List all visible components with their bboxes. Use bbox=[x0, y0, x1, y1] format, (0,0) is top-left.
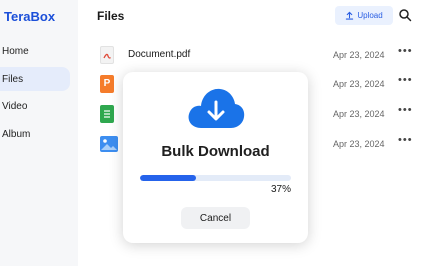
sidebar-item-files[interactable]: Files bbox=[0, 67, 70, 91]
progress-bar bbox=[140, 175, 291, 181]
file-name: Document.pdf bbox=[128, 49, 191, 60]
progress-bar-fill bbox=[140, 175, 196, 181]
file-date: Apr 23, 2024 bbox=[333, 50, 385, 60]
sidebar-item-label: Files bbox=[2, 73, 24, 85]
bulk-download-dialog: Bulk Download 37% Cancel bbox=[123, 72, 308, 243]
file-date: Apr 23, 2024 bbox=[333, 109, 385, 119]
sidebar: TeraBox Home Files Video Album bbox=[0, 0, 78, 266]
more-icon[interactable]: ••• bbox=[398, 134, 413, 146]
pdf-icon bbox=[100, 46, 114, 64]
sidebar-item-label: Video bbox=[2, 100, 28, 112]
image-icon bbox=[100, 136, 118, 152]
progress-percent: 37% bbox=[270, 184, 291, 195]
more-icon[interactable]: ••• bbox=[398, 104, 413, 116]
sidebar-item-video[interactable]: Video bbox=[0, 94, 70, 118]
upload-icon bbox=[346, 11, 354, 20]
upload-button[interactable]: Upload bbox=[335, 6, 393, 25]
sidebar-item-label: Home bbox=[2, 45, 29, 57]
upload-label: Upload bbox=[357, 11, 383, 20]
sidebar-item-album[interactable]: Album bbox=[0, 122, 70, 146]
more-icon[interactable]: ••• bbox=[398, 45, 413, 57]
search-icon[interactable] bbox=[398, 8, 412, 22]
cloud-download-icon bbox=[188, 88, 245, 128]
sidebar-item-label: Album bbox=[2, 128, 31, 140]
file-date: Apr 23, 2024 bbox=[333, 79, 385, 89]
more-icon[interactable]: ••• bbox=[398, 74, 413, 86]
file-row[interactable]: Document.pdf Apr 23, 2024 ••• bbox=[78, 43, 424, 67]
app-logo[interactable]: TeraBox bbox=[4, 9, 55, 24]
sheet-icon bbox=[100, 105, 114, 123]
cancel-button[interactable]: Cancel bbox=[181, 207, 250, 229]
dialog-title: Bulk Download bbox=[161, 143, 270, 160]
page-title: Files bbox=[97, 9, 125, 23]
sidebar-item-home[interactable]: Home bbox=[0, 39, 70, 63]
file-date: Apr 23, 2024 bbox=[333, 139, 385, 149]
ppt-icon: P bbox=[100, 75, 114, 93]
